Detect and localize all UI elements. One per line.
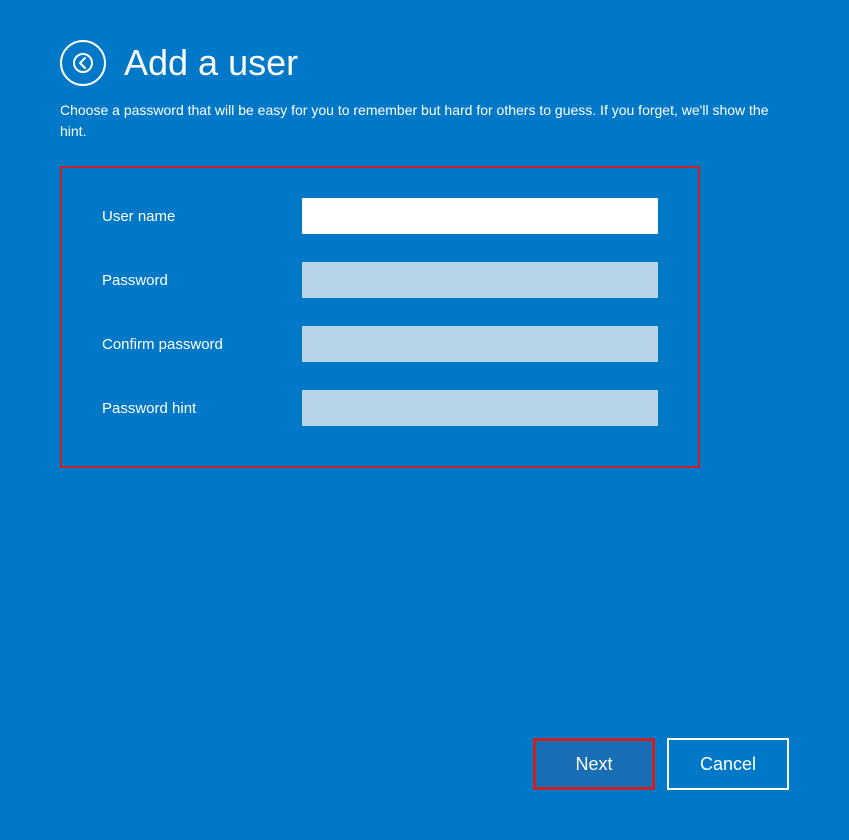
hint-label: Password hint [102, 400, 302, 417]
subtitle-text: Choose a password that will be easy for … [60, 100, 780, 142]
hint-input[interactable] [302, 390, 658, 426]
username-label: User name [102, 208, 302, 225]
password-row: Password [102, 262, 658, 298]
hint-row: Password hint [102, 390, 658, 426]
form-container: User name Password Confirm password Pass… [60, 166, 700, 468]
header: Add a user [60, 40, 789, 86]
username-input[interactable] [302, 198, 658, 234]
next-button[interactable]: Next [533, 738, 655, 790]
back-button[interactable] [60, 40, 106, 86]
confirm-password-label: Confirm password [102, 336, 302, 353]
confirm-password-row: Confirm password [102, 326, 658, 362]
cancel-button[interactable]: Cancel [667, 738, 789, 790]
buttons-row: Next Cancel [533, 738, 789, 790]
password-label: Password [102, 272, 302, 289]
password-input[interactable] [302, 262, 658, 298]
confirm-password-input[interactable] [302, 326, 658, 362]
page-container: Add a user Choose a password that will b… [0, 0, 849, 840]
page-title: Add a user [124, 42, 298, 84]
username-row: User name [102, 198, 658, 234]
